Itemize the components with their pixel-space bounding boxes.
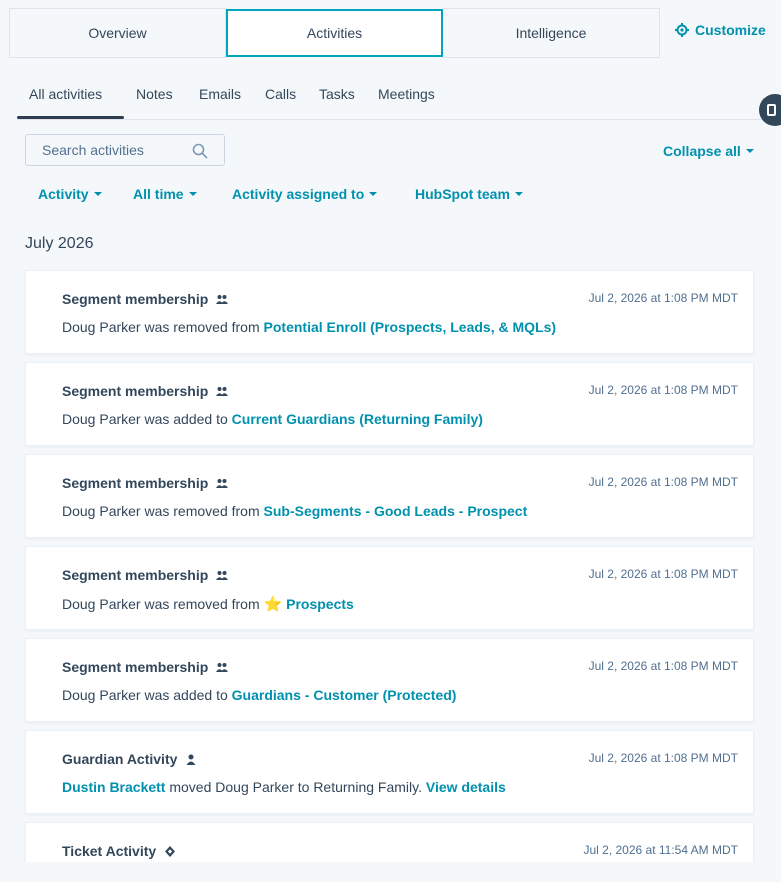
filter-time[interactable]: All time — [133, 186, 197, 202]
activity-card[interactable]: Segment membership Jul 2, 2026 at 1:08 P… — [25, 270, 754, 354]
activity-card[interactable]: Segment membership Jul 2, 2026 at 1:08 P… — [25, 638, 754, 722]
activity-card[interactable]: Segment membership Jul 2, 2026 at 1:08 P… — [25, 454, 754, 538]
people-icon — [216, 294, 229, 304]
search-placeholder: Search activities — [42, 142, 144, 158]
card-title-text: Segment membership — [62, 659, 209, 675]
subtab-meetings[interactable]: Meetings — [378, 86, 435, 102]
card-title: Segment membership — [62, 475, 229, 491]
filter-activity[interactable]: Activity — [38, 186, 102, 202]
chevron-down-icon — [93, 192, 102, 196]
segment-link[interactable]: Guardians - Customer (Protected) — [232, 687, 457, 703]
people-icon — [216, 478, 229, 488]
activity-card[interactable]: Guardian Activity Jul 2, 2026 at 1:08 PM… — [25, 730, 754, 814]
people-icon — [216, 662, 229, 672]
card-text: Doug Parker was removed from — [62, 319, 264, 335]
card-title: Segment membership — [62, 567, 229, 583]
card-body: Doug Parker was added to Current Guardia… — [62, 411, 483, 427]
subtab-calls[interactable]: Calls — [265, 86, 296, 102]
customize-label: Customize — [695, 22, 766, 38]
card-body: Doug Parker was added to Guardians - Cus… — [62, 687, 456, 703]
card-title: Ticket Activity — [62, 843, 176, 859]
card-timestamp: Jul 2, 2026 at 1:08 PM MDT — [588, 291, 738, 305]
subtab-emails[interactable]: Emails — [199, 86, 241, 102]
segment-link[interactable]: Sub-Segments - Good Leads - Prospect — [264, 503, 528, 519]
filter-assigned-to[interactable]: Activity assigned to — [232, 186, 378, 202]
card-body: Doug Parker was removed from Potential E… — [62, 319, 556, 335]
card-timestamp: Jul 2, 2026 at 11:54 AM MDT — [583, 843, 738, 857]
card-title: Segment membership — [62, 383, 229, 399]
card-title-text: Guardian Activity — [62, 751, 178, 767]
people-icon — [216, 386, 229, 396]
gear-icon — [675, 23, 689, 37]
person-icon — [186, 754, 196, 765]
collapse-all-label: Collapse all — [663, 143, 741, 159]
card-title: Guardian Activity — [62, 751, 197, 767]
card-text: Doug Parker was added to — [62, 687, 232, 703]
card-body: Doug Parker was removed from Sub-Segment… — [62, 503, 527, 519]
filter-label: Activity — [38, 186, 89, 202]
card-timestamp: Jul 2, 2026 at 1:08 PM MDT — [588, 475, 738, 489]
card-body: Dustin Brackett moved Doug Parker to Ret… — [62, 779, 506, 795]
card-text: Doug Parker was removed from — [62, 596, 264, 612]
card-body: Doug Parker was removed from ⭐ Prospects — [62, 595, 354, 613]
filter-label: All time — [133, 186, 184, 202]
card-title-text: Segment membership — [62, 475, 209, 491]
segment-link[interactable]: Prospects — [286, 596, 354, 612]
card-timestamp: Jul 2, 2026 at 1:08 PM MDT — [588, 383, 738, 397]
card-title-text: Segment membership — [62, 567, 209, 583]
top-tabs: Overview Activities Intelligence — [9, 8, 660, 58]
user-link[interactable]: Dustin Brackett — [62, 779, 165, 795]
view-details-link[interactable]: View details — [426, 779, 506, 795]
chevron-down-icon — [745, 149, 754, 153]
card-text: Doug Parker was removed from — [62, 503, 264, 519]
chevron-down-icon — [188, 192, 197, 196]
card-text: Doug Parker was added to — [62, 411, 232, 427]
segment-link[interactable]: Current Guardians (Returning Family) — [232, 411, 483, 427]
filter-bar: Activity All time Activity assigned to H… — [0, 186, 781, 206]
tab-activities[interactable]: Activities — [226, 9, 443, 57]
subtab-tasks[interactable]: Tasks — [319, 86, 355, 102]
ticket-icon — [165, 845, 176, 857]
bottom-edge — [0, 862, 781, 882]
chevron-down-icon — [369, 192, 378, 196]
card-title-text: Ticket Activity — [62, 843, 157, 859]
card-timestamp: Jul 2, 2026 at 1:08 PM MDT — [588, 659, 738, 673]
collapse-all-button[interactable]: Collapse all — [663, 143, 754, 159]
star-icon: ⭐ — [263, 596, 283, 613]
card-timestamp: Jul 2, 2026 at 1:08 PM MDT — [588, 751, 738, 765]
filter-team[interactable]: HubSpot team — [415, 186, 523, 202]
search-input[interactable]: Search activities — [25, 134, 225, 166]
card-title: Segment membership — [62, 291, 229, 307]
activity-card[interactable]: Segment membership Jul 2, 2026 at 1:08 P… — [25, 546, 754, 630]
subtab-notes[interactable]: Notes — [136, 86, 173, 102]
segment-link[interactable]: Potential Enroll (Prospects, Leads, & MQ… — [264, 319, 557, 335]
month-heading: July 2026 — [25, 235, 94, 252]
search-icon[interactable] — [192, 143, 208, 159]
people-icon — [216, 570, 229, 580]
card-timestamp: Jul 2, 2026 at 1:08 PM MDT — [588, 567, 738, 581]
card-title: Segment membership — [62, 659, 229, 675]
panel-icon — [767, 104, 776, 116]
card-text: moved Doug Parker to Returning Family. — [165, 779, 426, 795]
filter-label: HubSpot team — [415, 186, 510, 202]
tab-intelligence[interactable]: Intelligence — [443, 8, 660, 58]
active-tab-underline — [17, 116, 124, 119]
side-panel-toggle[interactable] — [759, 94, 781, 126]
card-title-text: Segment membership — [62, 383, 209, 399]
card-title-text: Segment membership — [62, 291, 209, 307]
activity-card[interactable]: Segment membership Jul 2, 2026 at 1:08 P… — [25, 362, 754, 446]
subtab-all-activities[interactable]: All activities — [29, 86, 102, 102]
chevron-down-icon — [514, 192, 523, 196]
tab-overview[interactable]: Overview — [9, 8, 226, 58]
activity-subtabs: All activities Notes Emails Calls Tasks … — [17, 84, 781, 120]
customize-button[interactable]: Customize — [675, 22, 766, 38]
filter-label: Activity assigned to — [232, 186, 365, 202]
